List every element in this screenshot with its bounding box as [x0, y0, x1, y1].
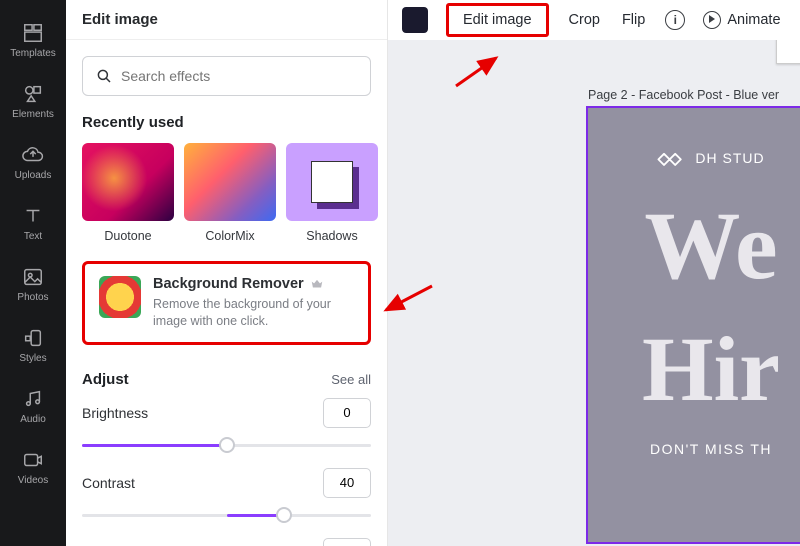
effect-thumb	[184, 143, 276, 221]
info-icon[interactable]: i	[665, 10, 685, 30]
elements-icon	[22, 83, 44, 105]
edit-image-button[interactable]: Edit image	[446, 3, 549, 37]
canvas-area: Edit image Crop Flip i Animate Page 2 - …	[388, 0, 800, 546]
contrast-value-input[interactable]	[323, 468, 371, 498]
brand-text: DH STUD	[695, 150, 764, 166]
videos-icon	[22, 449, 44, 471]
bg-remover-desc: Remove the background of your image with…	[153, 296, 354, 330]
effect-label: ColorMix	[205, 229, 254, 243]
rail-audio[interactable]: Audio	[0, 378, 66, 435]
subline-text: DON'T MISS TH	[650, 441, 772, 457]
photos-icon	[22, 266, 44, 288]
uploads-icon	[22, 144, 44, 166]
effect-label: Duotone	[104, 229, 151, 243]
rail-videos[interactable]: Videos	[0, 439, 66, 496]
rail-text[interactable]: Text	[0, 195, 66, 252]
page-label: Page 2 - Facebook Post - Blue ver	[588, 88, 779, 102]
background-remover-card[interactable]: Background Remover Remove the background…	[82, 261, 371, 345]
play-icon	[703, 11, 721, 29]
rail-elements[interactable]: Elements	[0, 73, 66, 130]
rail-uploads[interactable]: Uploads	[0, 134, 66, 191]
rail-item-label: Uploads	[15, 170, 52, 181]
saturation-control: Saturation	[82, 538, 371, 546]
rail-item-label: Templates	[10, 48, 56, 59]
color-swatch[interactable]	[402, 7, 428, 33]
rail-item-label: Styles	[19, 353, 46, 364]
brightness-control: Brightness	[82, 398, 371, 454]
brightness-slider[interactable]	[82, 436, 371, 454]
page-corner-decoration	[776, 40, 800, 64]
audio-icon	[22, 388, 44, 410]
rail-templates[interactable]: Templates	[0, 12, 66, 69]
effect-duotone[interactable]: Duotone	[82, 143, 174, 243]
headline-line1: We	[644, 200, 777, 291]
effect-shadows[interactable]: Shadows	[286, 143, 378, 243]
recently-used-heading: Recently used	[82, 114, 371, 131]
search-icon	[95, 67, 113, 85]
brand-logo-icon	[657, 148, 685, 168]
recently-used-row: Duotone ColorMix Shadows	[82, 143, 371, 243]
selected-page-frame[interactable]: DH STUD We Hir DON'T MISS TH	[586, 106, 800, 544]
animate-button[interactable]: Animate	[703, 11, 780, 29]
effect-label: Shadows	[306, 229, 357, 243]
effect-colormix[interactable]: ColorMix	[184, 143, 276, 243]
rail-styles[interactable]: Styles	[0, 317, 66, 374]
see-all-link[interactable]: See all	[331, 372, 371, 387]
rail-item-label: Text	[24, 231, 42, 242]
contrast-control: Contrast	[82, 468, 371, 524]
rail-photos[interactable]: Photos	[0, 256, 66, 313]
search-effects-input[interactable]	[121, 68, 358, 84]
bg-remover-thumb	[99, 276, 141, 318]
rail-item-label: Audio	[20, 414, 46, 425]
saturation-value-input[interactable]	[323, 538, 371, 546]
crown-icon	[310, 277, 324, 291]
image-toolbar: Edit image Crop Flip i Animate	[388, 0, 800, 40]
contrast-label: Contrast	[82, 475, 135, 491]
brightness-value-input[interactable]	[323, 398, 371, 428]
page-content: DH STUD We Hir DON'T MISS TH	[588, 108, 800, 542]
rail-item-label: Elements	[12, 109, 54, 120]
rail-item-label: Videos	[18, 475, 48, 486]
contrast-slider[interactable]	[82, 506, 371, 524]
text-icon	[22, 205, 44, 227]
styles-icon	[22, 327, 44, 349]
crop-button[interactable]: Crop	[567, 8, 602, 32]
templates-icon	[22, 22, 44, 44]
headline-line2: Hir	[642, 323, 780, 415]
panel-title: Edit image	[66, 0, 387, 40]
animate-label: Animate	[727, 12, 780, 28]
annotation-arrow-topbar	[448, 52, 508, 97]
edit-image-panel: Edit image Recently used Duotone ColorMi…	[66, 0, 388, 546]
effect-thumb	[82, 143, 174, 221]
effect-thumb	[286, 143, 378, 221]
left-nav-rail: Templates Elements Uploads Text Photos S…	[0, 0, 66, 546]
brightness-label: Brightness	[82, 405, 148, 421]
flip-button[interactable]: Flip	[620, 8, 647, 32]
bg-remover-title: Background Remover	[153, 276, 304, 292]
rail-item-label: Photos	[17, 292, 48, 303]
brand-row: DH STUD	[657, 148, 764, 168]
search-effects-input-wrap[interactable]	[82, 56, 371, 96]
editor-stage[interactable]: Page 2 - Facebook Post - Blue ver DH STU…	[388, 40, 800, 546]
adjust-heading: Adjust	[82, 371, 129, 388]
